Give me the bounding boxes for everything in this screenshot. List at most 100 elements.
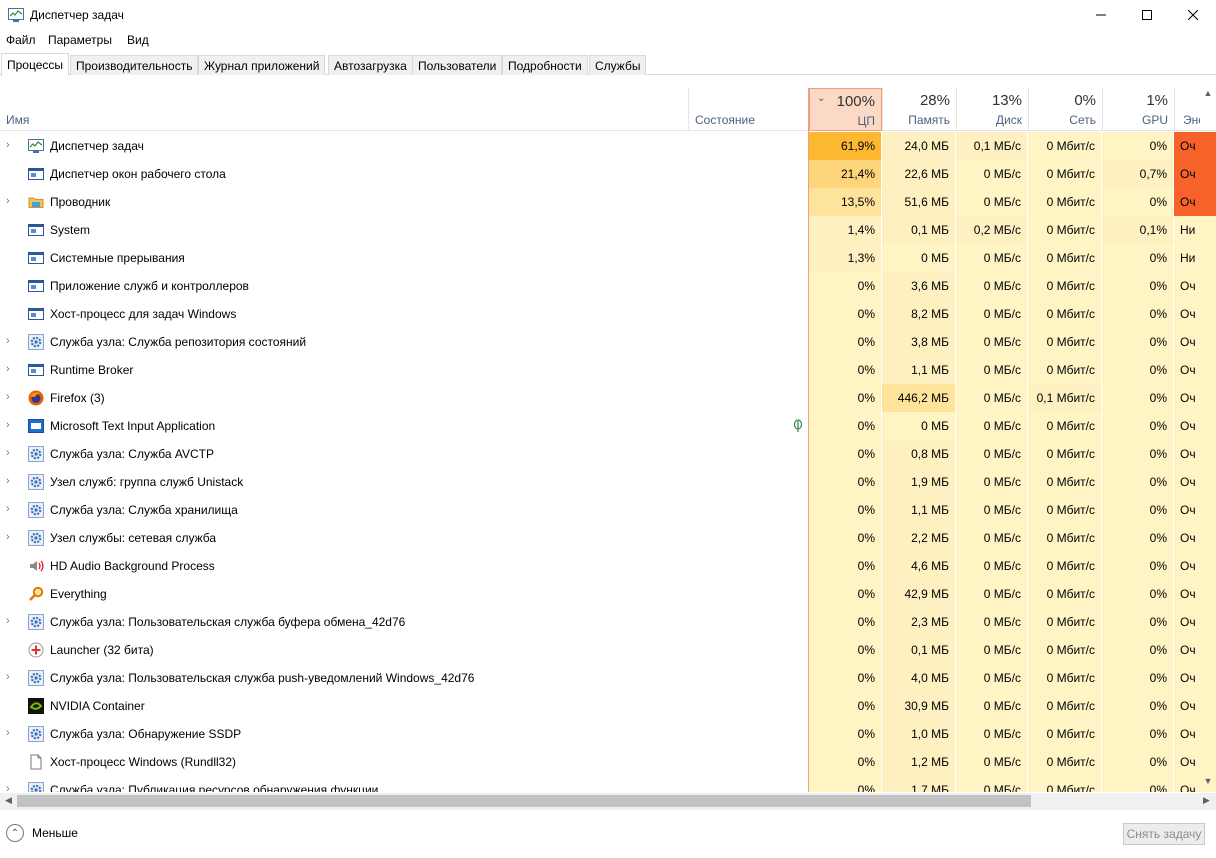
gpu-cell: 0% — [1102, 356, 1173, 384]
horizontal-scrollbar[interactable]: ◀ ▶ — [0, 793, 1216, 810]
cpu-cell: 0% — [809, 664, 881, 692]
table-row[interactable]: HD Audio Background Process 0% 4,6 МБ 0 МБ/… — [0, 552, 1216, 580]
memory-cell: 4,0 МБ — [882, 664, 955, 692]
menu-view[interactable]: Вид — [127, 33, 149, 47]
expand-chevron-icon[interactable]: › — [6, 783, 16, 792]
header-energy[interactable]: Энерг — [1174, 88, 1200, 131]
tab-app-history[interactable]: Журнал приложений — [198, 55, 326, 75]
table-row[interactable]: › Узел служб: группа служб Unistack 0% 1,9 … — [0, 468, 1216, 496]
window-icon — [28, 278, 44, 294]
scroll-up-arrow[interactable]: ▲ — [1200, 88, 1216, 102]
table-row[interactable]: › Служба узла: Служба хранилища 0% 1,1 МБ 0 … — [0, 496, 1216, 524]
table-row[interactable]: NVIDIA Container 0% 30,9 МБ 0 МБ/с 0 Мбит/с 0… — [0, 692, 1216, 720]
expand-chevron-icon[interactable]: › — [6, 363, 16, 377]
tab-performance[interactable]: Производительность — [70, 55, 199, 75]
tab-details[interactable]: Подробности — [502, 55, 588, 75]
process-name: Launcher (32 бита) — [50, 643, 154, 657]
scrollbar-thumb[interactable] — [17, 795, 1031, 807]
end-task-button[interactable]: Снять задачу — [1123, 823, 1205, 845]
magnifier-icon — [28, 586, 44, 602]
table-row[interactable]: › Служба узла: Служба AVCTP 0% 0,8 МБ 0 МБ/с… — [0, 440, 1216, 468]
memory-cell: 1,7 МБ — [882, 776, 955, 792]
expand-chevron-icon[interactable]: › — [6, 195, 16, 209]
network-cell: 0 Мбит/с — [1028, 636, 1101, 664]
header-status[interactable]: Состояние — [688, 88, 809, 131]
gpu-cell: 0% — [1102, 384, 1173, 412]
expand-chevron-icon[interactable]: › — [6, 475, 16, 489]
header-gpu[interactable]: 1% GPU — [1102, 88, 1174, 131]
energy-cell: Оч — [1174, 748, 1216, 776]
table-row[interactable]: › Microsoft Text Input Application 0% 0 МБ 0… — [0, 412, 1216, 440]
tab-services[interactable]: Службы — [589, 55, 647, 75]
menu-options[interactable]: Параметры — [48, 33, 112, 47]
cpu-cell: 1,4% — [809, 216, 881, 244]
energy-cell: Оч — [1174, 664, 1216, 692]
header-cpu[interactable]: ⌄ 100% ЦП — [809, 88, 882, 131]
cpu-cell: 0% — [809, 524, 881, 552]
scroll-down-arrow[interactable]: ▼ — [1200, 776, 1216, 790]
table-row[interactable]: › Служба узла: Пользовательская служба бу… — [0, 608, 1216, 636]
table-row[interactable]: Диспетчер окон рабочего стола 21,4% 22,6 М… — [0, 160, 1216, 188]
header-memory[interactable]: 28% Память — [882, 88, 956, 131]
scroll-left-arrow[interactable]: ◀ — [5, 795, 12, 806]
table-row[interactable]: System 1,4% 0,1 МБ 0,2 МБ/с 0 Мбит/с 0,1% Ни — [0, 216, 1216, 244]
table-row[interactable]: Launcher (32 бита) 0% 0,1 МБ 0 МБ/с 0 Мбит/с… — [0, 636, 1216, 664]
scroll-right-arrow[interactable]: ▶ — [1203, 795, 1210, 806]
expand-chevron-icon[interactable]: › — [6, 615, 16, 629]
network-cell: 0 Мбит/с — [1028, 524, 1101, 552]
expand-chevron-icon[interactable]: › — [6, 727, 16, 741]
table-row[interactable]: › Служба узла: Публикация ресурсов обнару… — [0, 776, 1216, 792]
table-row[interactable]: Everything 0% 42,9 МБ 0 МБ/с 0 Мбит/с 0% Оч — [0, 580, 1216, 608]
expand-chevron-icon[interactable]: › — [6, 503, 16, 517]
table-row[interactable]: › Runtime Broker 0% 1,1 МБ 0 МБ/с 0 Мбит/с 0% О… — [0, 356, 1216, 384]
disk-cell: 0 МБ/с — [956, 608, 1027, 636]
tab-processes[interactable]: Процессы — [1, 53, 70, 76]
fewer-details-button[interactable]: ⌃ Меньше — [6, 823, 78, 843]
tab-users[interactable]: Пользователи — [412, 55, 503, 75]
text-input-icon — [28, 418, 44, 434]
expand-chevron-icon[interactable]: › — [6, 139, 16, 153]
gpu-cell: 0% — [1102, 692, 1173, 720]
table-row[interactable]: › Узел службы: сетевая служба 0% 2,2 МБ 0 МБ… — [0, 524, 1216, 552]
table-row[interactable]: › Служба узла: Служба репозитория состоян… — [0, 328, 1216, 356]
energy-cell: Оч — [1174, 188, 1216, 216]
expand-chevron-icon[interactable]: › — [6, 419, 16, 433]
disk-cell: 0 МБ/с — [956, 244, 1027, 272]
gpu-cell: 0% — [1102, 524, 1173, 552]
memory-cell: 0 МБ — [882, 412, 955, 440]
header-disk[interactable]: 13% Диск — [956, 88, 1028, 131]
table-row[interactable]: › Служба узла: Пользовательская служба pu… — [0, 664, 1216, 692]
cpu-cell: 1,3% — [809, 244, 881, 272]
table-row[interactable]: › Проводник 13,5% 51,6 МБ 0 МБ/с 0 Мбит/с 0% Оч — [0, 188, 1216, 216]
network-cell: 0 Мбит/с — [1028, 272, 1101, 300]
network-cell: 0 Мбит/с — [1028, 468, 1101, 496]
gpu-cell: 0% — [1102, 244, 1173, 272]
process-name: Служба узла: Публикация ресурсов обнаруж… — [50, 783, 379, 792]
menu-file[interactable]: Файл — [6, 33, 36, 47]
memory-cell: 3,6 МБ — [882, 272, 955, 300]
gear-icon — [28, 670, 44, 686]
disk-cell: 0 МБ/с — [956, 188, 1027, 216]
memory-cell: 0 МБ — [882, 244, 955, 272]
table-row[interactable]: Хост-процесс для задач Windows 0% 8,2 МБ 0 … — [0, 300, 1216, 328]
header-network[interactable]: 0% Сеть — [1028, 88, 1102, 131]
expand-chevron-icon[interactable]: › — [6, 671, 16, 685]
gear-icon — [28, 474, 44, 490]
minimize-button[interactable] — [1078, 0, 1124, 30]
maximize-button[interactable] — [1124, 0, 1170, 30]
expand-chevron-icon[interactable]: › — [6, 391, 16, 405]
table-row[interactable]: Приложение служб и контроллеров 0% 3,6 МБ 0… — [0, 272, 1216, 300]
header-name[interactable]: Имя — [0, 88, 688, 131]
cpu-cell: 0% — [809, 384, 881, 412]
table-row[interactable]: › Служба узла: Обнаружение SSDP 0% 1,0 МБ 0 … — [0, 720, 1216, 748]
tab-startup[interactable]: Автозагрузка — [328, 55, 413, 75]
table-row[interactable]: Системные прерывания 1,3% 0 МБ 0 МБ/с 0 Мбит… — [0, 244, 1216, 272]
expand-chevron-icon[interactable]: › — [6, 335, 16, 349]
close-button[interactable] — [1170, 0, 1216, 30]
table-row[interactable]: › Диспетчер задач 61,9% 24,0 МБ 0,1 МБ/с 0 Мб… — [0, 132, 1216, 160]
expand-chevron-icon[interactable]: › — [6, 531, 16, 545]
table-row[interactable]: › Firefox (3) 0% 446,2 МБ 0 МБ/с 0,1 Мбит/с 0%… — [0, 384, 1216, 412]
table-row[interactable]: Хост-процесс Windows (Rundll32) 0% 1,2 МБ 0… — [0, 748, 1216, 776]
expand-chevron-icon[interactable]: › — [6, 447, 16, 461]
disk-cell: 0,1 МБ/с — [956, 132, 1027, 160]
